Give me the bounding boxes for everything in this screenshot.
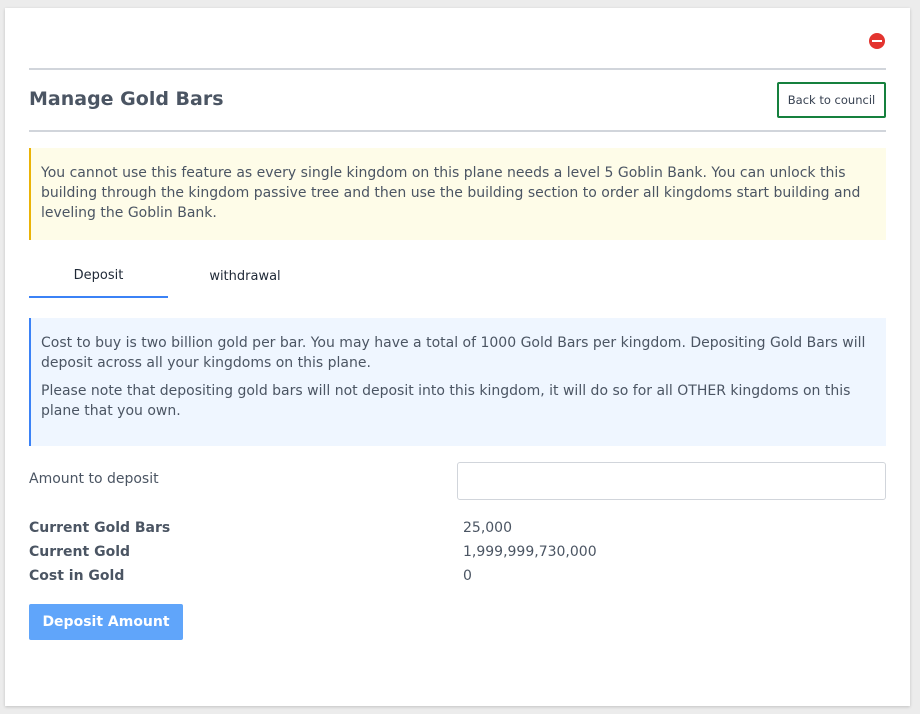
stat-label: Current Gold Bars [29,520,171,536]
info-alert: Cost to buy is two billion gold per bar.… [29,318,886,446]
page-title: Manage Gold Bars [29,88,224,110]
tab-deposit-label: Deposit [73,268,124,283]
warning-alert-text: You cannot use this feature as every sin… [41,165,861,221]
stat-cost-in-gold: Cost in Gold 0 [29,564,886,588]
deposit-amount-button[interactable]: Deposit Amount [29,604,183,640]
stat-current-gold-bars: Current Gold Bars 25,000 [29,516,886,540]
stat-label: Current Gold [29,544,131,560]
amount-label: Amount to deposit [29,471,159,487]
minus-circle-icon[interactable] [869,33,885,49]
tab-deposit[interactable]: Deposit [29,263,168,298]
close-icon-bar [872,40,882,42]
info-paragraph-note: Please note that depositing gold bars wi… [41,383,851,419]
stat-value: 0 [463,568,472,584]
stat-current-gold: Current Gold 1,999,999,730,000 [29,540,886,564]
stat-value: 1,999,999,730,000 [463,544,597,560]
tab-withdrawal-label: withdrawal [209,269,281,284]
tab-withdrawal[interactable]: withdrawal [175,263,315,298]
manage-gold-bars-card: Manage Gold Bars Back to council You can… [5,8,910,706]
warning-alert: You cannot use this feature as every sin… [29,148,886,240]
top-divider [29,68,886,70]
stat-value: 25,000 [463,520,512,536]
gold-stats: Current Gold Bars 25,000 Current Gold 1,… [29,516,886,588]
header-divider [29,130,886,132]
info-paragraph-cost: Cost to buy is two billion gold per bar.… [41,335,866,371]
back-to-council-button[interactable]: Back to council [777,82,886,118]
stat-label: Cost in Gold [29,568,125,584]
amount-input[interactable] [457,462,886,500]
